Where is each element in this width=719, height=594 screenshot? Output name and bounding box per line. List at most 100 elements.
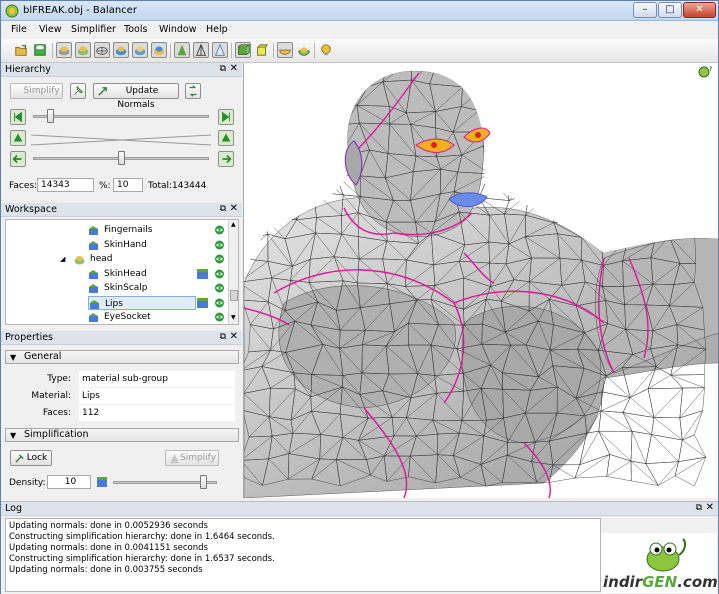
3d-viewport[interactable]: ?: [243, 63, 718, 498]
cone-b-icon[interactable]: [193, 42, 209, 58]
menu-file[interactable]: File: [11, 24, 27, 35]
level-slider-handle[interactable]: [117, 151, 125, 165]
general-section-label: General: [24, 351, 62, 362]
app-icon: [5, 4, 19, 18]
float-icon[interactable]: ⧉: [220, 204, 226, 214]
hierarchy-slider-track[interactable]: [33, 115, 209, 118]
menu-view[interactable]: View: [39, 24, 62, 35]
scroll-up-icon[interactable]: ▲: [231, 221, 236, 228]
update-normals-label: Update Normals: [117, 86, 159, 110]
type-value: material sub-group: [79, 371, 235, 387]
pin-button[interactable]: [70, 83, 86, 99]
menu-simplifier[interactable]: Simplifier: [71, 24, 116, 35]
visibility-eye-icon[interactable]: [214, 312, 225, 322]
open-icon[interactable]: [13, 42, 29, 58]
expand-triangle-icon[interactable]: ◢: [60, 252, 65, 266]
window-title: blFREAK.obj - Balancer: [23, 5, 137, 16]
down-button[interactable]: [218, 130, 234, 146]
mesh-e-icon[interactable]: [132, 42, 148, 58]
close-icon[interactable]: ✕: [230, 203, 238, 214]
material-badge-icon[interactable]: [197, 297, 208, 308]
refresh-button[interactable]: [185, 83, 201, 99]
tree-item-label: SkinHand: [104, 239, 147, 250]
material-badge-icon[interactable]: [197, 268, 208, 279]
cube-b-icon[interactable]: [254, 42, 270, 58]
float-icon[interactable]: ⧉: [220, 332, 226, 342]
mesh-a-icon[interactable]: [56, 42, 72, 58]
hierarchy-slider-handle[interactable]: [46, 109, 54, 123]
percent-field[interactable]: 10: [113, 178, 143, 192]
mesh-render[interactable]: [244, 63, 718, 498]
group-icon: [74, 256, 85, 265]
visibility-eye-icon[interactable]: [214, 225, 225, 235]
tree-item-label: SkinScalp: [104, 283, 148, 293]
toolbar-separator: [231, 43, 232, 58]
faces-label: Faces:: [42, 408, 71, 418]
simplification-section-header[interactable]: ▼ Simplification: [5, 428, 239, 442]
cone-c-icon[interactable]: [212, 42, 228, 58]
faces-field[interactable]: 14343: [37, 178, 94, 192]
last-button[interactable]: [218, 109, 234, 125]
maximize-button[interactable]: □: [658, 2, 682, 18]
mesh-d-icon[interactable]: [113, 42, 129, 58]
visibility-eye-icon[interactable]: [214, 269, 225, 279]
workspace-panel: Workspace ⧉ ✕ Fingernails SkinHand ◢ head Sk…: [1, 203, 242, 329]
density-slider-handle[interactable]: [200, 475, 208, 489]
tree-item[interactable]: SkinHead: [88, 267, 208, 281]
menu-window[interactable]: Window: [159, 24, 196, 35]
scroll-thumb[interactable]: [230, 290, 238, 301]
next-button[interactable]: [218, 151, 234, 167]
tree-scrollbar[interactable]: ▲ ▼: [228, 220, 238, 324]
visibility-eye-icon[interactable]: [214, 254, 225, 264]
mesh-f-icon[interactable]: [151, 42, 167, 58]
tree-item[interactable]: Fingernails: [88, 223, 208, 237]
material-icon: [89, 269, 98, 279]
tree-item[interactable]: SkinHand: [88, 238, 208, 252]
scroll-down-icon[interactable]: ▼: [231, 314, 236, 321]
save-icon[interactable]: [32, 42, 48, 58]
cone-a-icon[interactable]: [174, 42, 190, 58]
visibility-eye-icon[interactable]: [214, 240, 225, 250]
density-field[interactable]: 10: [47, 475, 91, 489]
visibility-eye-icon[interactable]: [214, 283, 225, 293]
bowl-a-icon[interactable]: [277, 42, 293, 58]
bowl-b-icon[interactable]: [296, 42, 312, 58]
collapse-triangle-icon: ▼: [10, 431, 17, 440]
log-output[interactable]: Updating normals: done in 0.0052936 seco…: [5, 518, 601, 592]
mesh-c-icon[interactable]: [94, 42, 110, 58]
float-icon[interactable]: ⧉: [696, 503, 702, 513]
total-label: Total:: [148, 181, 173, 191]
close-icon[interactable]: ✕: [230, 331, 238, 342]
close-icon[interactable]: ✕: [706, 502, 714, 513]
visibility-eye-icon[interactable]: [214, 298, 225, 308]
material-icon: [90, 299, 99, 309]
close-icon[interactable]: ✕: [230, 63, 238, 74]
material-row: Material: Lips: [5, 388, 239, 404]
simplify-button[interactable]: Simplify: [165, 450, 219, 466]
collapse-triangle-icon: ▼: [10, 353, 17, 362]
lightbulb-icon[interactable]: [318, 42, 334, 58]
menu-help[interactable]: Help: [206, 24, 228, 35]
prev-button[interactable]: [10, 151, 26, 167]
workspace-title: Workspace: [5, 204, 57, 215]
close-button[interactable]: ✕: [683, 2, 716, 18]
lock-button[interactable]: Lock: [10, 450, 52, 466]
minimize-button[interactable]: –: [633, 2, 657, 18]
update-normals-button[interactable]: Update Normals: [93, 83, 179, 110]
tree-item[interactable]: SkinScalp: [88, 281, 208, 295]
tree-item[interactable]: Lips: [88, 295, 196, 310]
refresh-icon: [189, 85, 197, 97]
simplify-button[interactable]: Simplify: [10, 83, 63, 99]
tree-item[interactable]: ◢ head: [60, 252, 194, 266]
log-line: Constructing simplification hierarchy: d…: [9, 554, 275, 564]
cube-a-icon[interactable]: [235, 42, 251, 58]
float-icon[interactable]: ⧉: [220, 64, 226, 74]
mesh-b-icon[interactable]: [75, 42, 91, 58]
general-section-header[interactable]: ▼ General: [5, 350, 239, 364]
help-cursor-icon[interactable]: ?: [698, 65, 714, 79]
up-button[interactable]: [10, 130, 26, 146]
skip-end-icon: [222, 111, 230, 123]
first-button[interactable]: [10, 109, 26, 125]
menu-tools[interactable]: Tools: [124, 24, 147, 35]
tree-item[interactable]: EyeSocket: [88, 310, 208, 324]
